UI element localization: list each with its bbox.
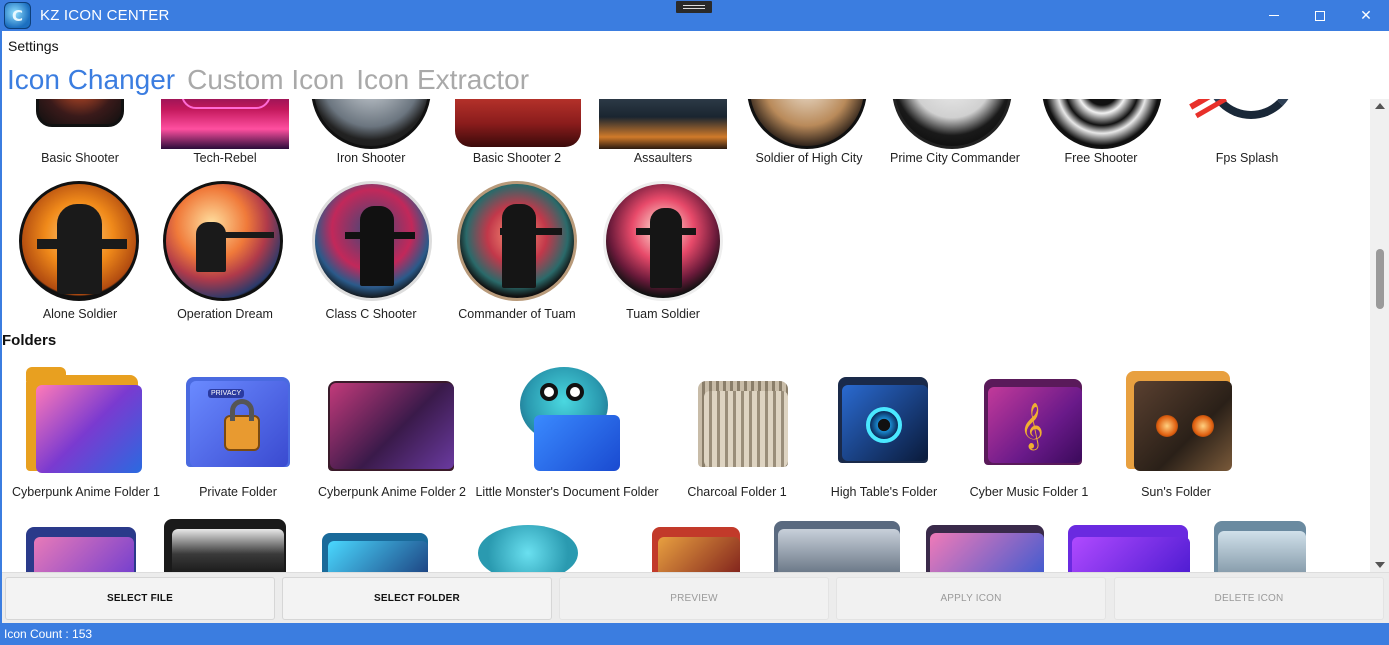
folder-thumb-high-tables[interactable]	[838, 373, 930, 463]
maximize-icon	[1315, 10, 1325, 21]
icon-thumb-alone-soldier[interactable]	[19, 181, 139, 301]
close-button[interactable]: ✕	[1343, 0, 1389, 31]
folder-thumb-partial-5[interactable]	[652, 523, 742, 572]
icon-thumb-basic-shooter-2[interactable]	[455, 99, 581, 147]
status-bar: Icon Count : 153	[0, 623, 1389, 645]
folder-label-little-monsters-document: Little Monster's Document Folder	[475, 485, 659, 499]
folder-thumb-partial-1[interactable]	[26, 521, 138, 572]
action-button-bar: SELECT FILE SELECT FOLDER PREVIEW APPLY …	[2, 572, 1389, 623]
icon-thumb-commander-of-tuam[interactable]	[457, 181, 577, 301]
tab-icon-extractor[interactable]: Icon Extractor	[356, 64, 529, 96]
folder-thumb-private[interactable]: PRIVACY	[186, 371, 292, 469]
folder-thumb-little-monsters-document[interactable]	[504, 365, 628, 473]
folder-thumb-partial-8[interactable]	[1068, 523, 1192, 572]
tab-icon-changer[interactable]: Icon Changer	[7, 64, 175, 96]
treble-clef-icon: 𝄞	[1020, 403, 1044, 449]
app-window: C KZ ICON CENTER ✕ Settings Icon Changer…	[0, 0, 1389, 645]
vertical-scrollbar[interactable]	[1370, 99, 1389, 572]
folder-thumb-partial-7[interactable]	[926, 523, 1046, 572]
delete-icon-button[interactable]: DELETE ICON	[1114, 577, 1384, 620]
apply-icon-button[interactable]: APPLY ICON	[836, 577, 1106, 620]
scrollbar-thumb[interactable]	[1376, 249, 1384, 309]
icon-label-tuam-soldier: Tuam Soldier	[626, 307, 700, 321]
folder-thumb-partial-4[interactable]	[474, 523, 584, 572]
folder-thumb-partial-2[interactable]	[164, 519, 288, 572]
private-folder-badge: PRIVACY	[208, 389, 245, 398]
icon-thumb-iron-shooter[interactable]	[311, 99, 431, 149]
drag-grip-icon[interactable]	[676, 1, 712, 13]
icon-thumb-tech-rebel[interactable]	[161, 99, 289, 149]
folder-thumb-cyberpunk-anime-1[interactable]	[26, 367, 144, 473]
folder-thumb-partial-3[interactable]	[322, 529, 430, 572]
select-file-button[interactable]: SELECT FILE	[5, 577, 275, 620]
folder-thumb-cyberpunk-anime-2[interactable]	[328, 375, 456, 471]
scroll-down-icon[interactable]	[1375, 562, 1385, 568]
icon-count-text: Icon Count : 153	[4, 627, 93, 641]
menu-settings[interactable]: Settings	[8, 38, 59, 54]
icon-thumb-tuam-soldier[interactable]	[603, 181, 723, 301]
select-folder-button[interactable]: SELECT FOLDER	[282, 577, 552, 620]
app-title: KZ ICON CENTER	[40, 7, 170, 24]
folder-thumb-partial-6[interactable]	[774, 519, 902, 572]
folder-thumb-partial-9[interactable]	[1214, 519, 1308, 572]
minimize-icon	[1269, 15, 1279, 16]
padlock-shackle	[230, 399, 254, 421]
icon-label-fps-splash: Fps Splash	[1215, 151, 1279, 165]
icon-thumb-assaulters[interactable]	[599, 99, 727, 149]
icon-thumb-soldier-of-high-city[interactable]	[747, 99, 867, 149]
scroll-up-icon[interactable]	[1375, 103, 1385, 109]
preview-button[interactable]: PREVIEW	[559, 577, 829, 620]
icon-grid[interactable]: Basic Shooter Tech-Rebel Iron Shooter Ba…	[2, 99, 1370, 572]
section-title-folders: Folders	[2, 332, 57, 349]
icon-thumb-operation-dream[interactable]	[163, 181, 283, 301]
eye-icon	[866, 407, 902, 443]
close-icon: ✕	[1360, 7, 1372, 24]
icon-thumb-class-c-shooter[interactable]	[312, 181, 432, 301]
minimize-button[interactable]	[1251, 0, 1297, 31]
tab-strip: Icon Changer Custom Icon Icon Extractor	[7, 64, 529, 96]
icon-thumb-fps-splash[interactable]	[1186, 99, 1302, 139]
maximize-button[interactable]	[1297, 0, 1343, 31]
folder-thumb-cyber-music-1[interactable]: 𝄞	[984, 375, 1084, 465]
folder-label-cyberpunk-anime-2: Cyberpunk Anime Folder 2	[318, 485, 466, 499]
tab-custom-icon[interactable]: Custom Icon	[187, 64, 344, 96]
icon-thumb-prime-city-commander[interactable]	[892, 99, 1012, 149]
folder-label-private: Private Folder	[199, 485, 277, 499]
folder-label-suns: Sun's Folder	[1141, 485, 1211, 499]
folder-thumb-suns[interactable]	[1126, 365, 1234, 473]
title-bar[interactable]: C KZ ICON CENTER ✕	[0, 0, 1389, 31]
icon-thumb-free-shooter[interactable]	[1042, 99, 1162, 149]
icon-thumb-basic-shooter[interactable]	[36, 99, 124, 127]
folder-thumb-charcoal-1[interactable]	[698, 375, 790, 467]
app-logo-icon: C	[4, 2, 31, 29]
